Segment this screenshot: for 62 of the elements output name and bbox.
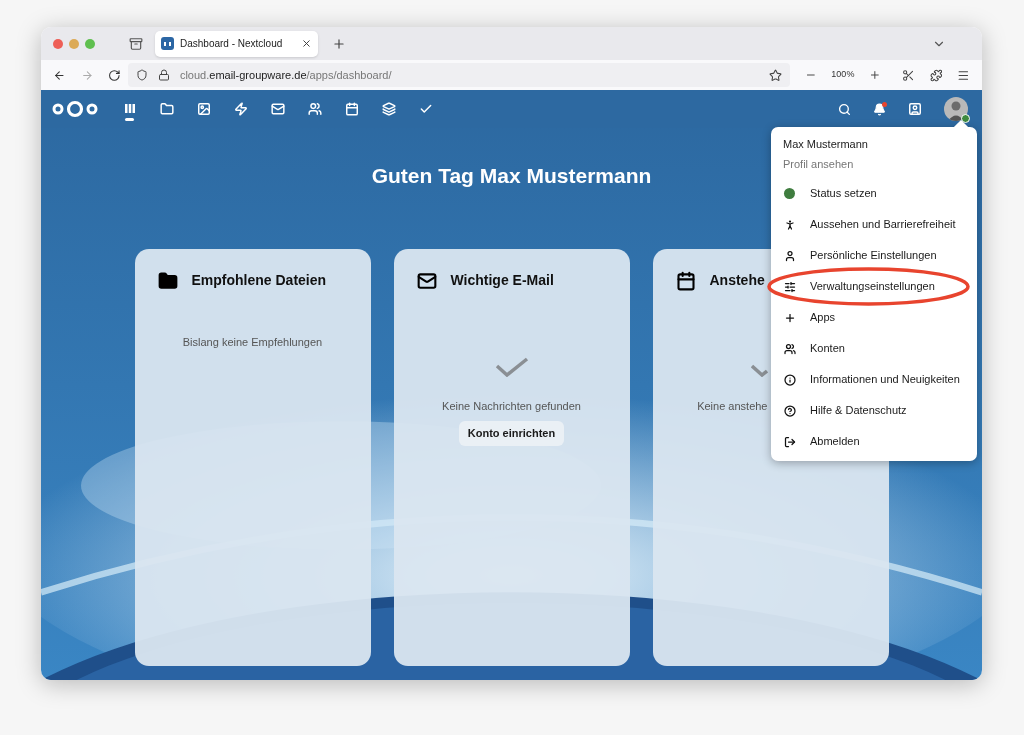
menu-icon[interactable] <box>957 68 970 82</box>
menu-item[interactable]: Verwaltungseinstellungen <box>771 271 977 302</box>
menu-item[interactable]: Konten <box>771 333 977 364</box>
envelope-icon <box>270 102 285 116</box>
menu-item[interactable]: Hilfe & Datenschutz <box>771 395 977 426</box>
menu-item[interactable]: Informationen und Neuigkeiten <box>771 364 977 395</box>
empty-message: Bislang keine Empfehlungen <box>182 334 323 350</box>
info-icon <box>783 373 796 386</box>
reload-icon[interactable] <box>108 68 121 82</box>
profile-link[interactable]: Profil ansehen <box>771 155 977 172</box>
empty-message: Keine Nachrichten gefunden <box>442 398 581 414</box>
nextcloud-logo[interactable] <box>52 100 98 118</box>
menu-item[interactable]: Apps <box>771 302 977 333</box>
menu-item[interactable]: Abmelden <box>771 426 977 457</box>
nextcloud-favicon <box>161 37 174 50</box>
widget-title: Wichtige E-Mail <box>450 271 554 290</box>
empty-message: Keine anstehe <box>697 398 768 414</box>
folder-icon <box>157 270 178 291</box>
plus-icon <box>783 311 796 324</box>
user-avatar[interactable] <box>944 97 968 121</box>
bookmark-star-icon[interactable] <box>768 68 782 82</box>
close-icon[interactable] <box>301 38 312 49</box>
new-tab-icon[interactable] <box>332 36 346 51</box>
people-icon <box>783 342 796 355</box>
notifications-bell[interactable] <box>873 102 886 116</box>
sliders-icon <box>783 280 796 293</box>
envelope-icon <box>416 270 437 291</box>
help-icon <box>783 404 796 417</box>
tab-title: Dashboard - Nextcloud <box>180 37 284 51</box>
menu-item[interactable]: Persönliche Einstellungen <box>771 240 977 271</box>
widget-title: Empfohlene Dateien <box>191 271 327 290</box>
dashboard-icon <box>123 103 136 115</box>
zoom-level[interactable]: 100% <box>831 68 855 82</box>
lock-icon[interactable] <box>157 69 170 81</box>
zoom-in-icon[interactable] <box>869 69 882 81</box>
calendar-icon <box>675 270 696 291</box>
profile-name[interactable]: Max Mustermann <box>771 136 977 153</box>
contacts-icon[interactable] <box>908 102 922 116</box>
search-icon[interactable] <box>838 102 851 116</box>
address-bar[interactable]: cloud.email-groupware.de/apps/dashboard/ <box>127 63 790 87</box>
stack-icon <box>381 102 396 116</box>
scissors-icon[interactable] <box>902 68 915 82</box>
close-window-icon[interactable] <box>53 38 63 49</box>
menu-item[interactable]: Aussehen und Barrierefreiheit <box>771 209 977 240</box>
setup-account-button[interactable]: Konto einrichten <box>458 421 565 446</box>
image-icon <box>196 102 211 116</box>
checkmark-icon <box>418 102 433 116</box>
user-icon <box>783 249 796 262</box>
shield-icon[interactable] <box>135 69 148 81</box>
logout-icon <box>783 435 796 448</box>
tab-list-icon[interactable] <box>129 36 143 51</box>
menu-item[interactable]: Status setzen <box>771 178 977 209</box>
browser-tab[interactable]: Dashboard - Nextcloud <box>155 30 318 57</box>
back-icon[interactable] <box>53 68 66 82</box>
lightning-icon <box>233 102 248 116</box>
calendar-icon <box>344 102 359 116</box>
widget-title: Anstehe <box>709 271 765 290</box>
folder-icon <box>159 102 174 116</box>
puzzle-icon[interactable] <box>929 68 943 82</box>
url-text: cloud.email-groupware.de/apps/dashboard/ <box>179 67 393 83</box>
greeting: Guten Tag Max Mustermann <box>371 163 652 189</box>
people-icon <box>307 102 322 116</box>
